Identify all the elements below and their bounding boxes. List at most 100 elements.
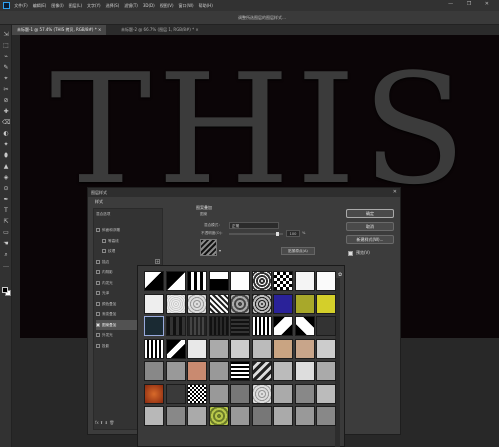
opacity-slider[interactable] xyxy=(229,233,283,235)
lasso-icon[interactable]: ⌁ xyxy=(2,53,10,61)
more-tools-icon[interactable]: … xyxy=(2,262,10,270)
pattern-swatch-item[interactable] xyxy=(208,293,229,314)
crop-icon[interactable]: ⌖ xyxy=(2,75,10,83)
pattern-swatch-item[interactable] xyxy=(294,406,315,426)
pattern-swatch-item[interactable] xyxy=(316,361,336,381)
hand-icon[interactable]: ☚ xyxy=(2,240,10,248)
pattern-swatch-item[interactable] xyxy=(316,338,336,359)
quick-select-icon[interactable]: ✎ xyxy=(2,64,10,72)
rectangle-icon[interactable]: ▭ xyxy=(2,229,10,237)
opacity-slider-handle[interactable] xyxy=(276,232,279,236)
pattern-swatch-item[interactable] xyxy=(230,361,250,381)
pattern-swatch-item[interactable] xyxy=(251,361,272,381)
pattern-swatch-item[interactable] xyxy=(273,316,293,336)
pattern-swatch-item[interactable] xyxy=(165,361,186,381)
menu-item[interactable]: 图像(I) xyxy=(51,0,63,11)
pattern-swatch-item[interactable] xyxy=(208,271,229,291)
pattern-swatch-item[interactable] xyxy=(316,406,336,426)
pattern-swatch-item[interactable] xyxy=(144,338,164,359)
menu-item[interactable]: 视图(V) xyxy=(160,0,174,11)
canvas-text-this[interactable]: THIS xyxy=(50,54,472,206)
style-checkbox[interactable] xyxy=(96,291,100,295)
menu-item[interactable]: 滤镜(T) xyxy=(124,0,138,11)
pattern-swatch-item[interactable] xyxy=(273,361,293,381)
style-checkbox[interactable] xyxy=(96,259,100,264)
opacity-input[interactable]: 100 xyxy=(286,230,300,237)
pattern-swatch-item[interactable] xyxy=(208,406,229,426)
style-checkbox[interactable] xyxy=(96,312,100,316)
pattern-swatch-item[interactable] xyxy=(187,406,207,426)
marquee-icon[interactable]: ⬚ xyxy=(2,42,10,50)
pattern-swatch-item[interactable] xyxy=(251,406,272,426)
pattern-swatch-item[interactable] xyxy=(294,316,315,336)
menu-item[interactable]: 窗口(W) xyxy=(179,0,194,11)
window-controls[interactable]: — ❐ ✕ xyxy=(448,1,495,7)
pattern-swatch-item[interactable] xyxy=(294,271,315,291)
cancel-button[interactable]: 取消 xyxy=(346,222,394,231)
style-item[interactable]: 纹理 xyxy=(96,246,162,256)
style-checkbox[interactable] xyxy=(102,249,106,253)
blend-mode-select[interactable]: 正常 xyxy=(229,222,279,229)
style-checkbox[interactable] xyxy=(96,322,100,327)
pattern-swatch-item[interactable] xyxy=(208,316,229,336)
pattern-swatch-item[interactable] xyxy=(294,361,315,381)
color-swatches[interactable] xyxy=(2,287,11,296)
pattern-swatch-item[interactable] xyxy=(273,383,293,404)
pattern-swatch-item[interactable] xyxy=(165,383,186,404)
style-checkbox[interactable] xyxy=(96,301,100,306)
pattern-swatch-item[interactable] xyxy=(187,271,207,291)
style-item[interactable]: 斜面和浮雕 xyxy=(96,225,162,235)
new-style-button[interactable]: 新建样式(W)... xyxy=(346,235,394,244)
pattern-swatch-item[interactable] xyxy=(251,271,272,291)
pattern-swatch-item[interactable] xyxy=(273,271,293,291)
pattern-swatch-item[interactable] xyxy=(144,383,164,404)
pattern-swatch-item[interactable] xyxy=(316,271,336,291)
brush-icon[interactable]: ⌫ xyxy=(2,119,10,127)
pattern-swatch-item[interactable] xyxy=(165,338,186,359)
pattern-swatch-item[interactable] xyxy=(187,361,207,381)
history-brush-icon[interactable]: ✦ xyxy=(2,141,10,149)
pattern-swatch-item[interactable] xyxy=(273,406,293,426)
menu-item[interactable]: 文件(F) xyxy=(14,0,27,11)
pattern-swatch-item[interactable] xyxy=(144,271,164,291)
blur-icon[interactable]: ◈ xyxy=(2,174,10,182)
pattern-swatch-item[interactable] xyxy=(251,338,272,359)
pattern-swatch-item[interactable] xyxy=(208,383,229,404)
healing-icon[interactable]: ✚ xyxy=(2,108,10,116)
pattern-swatch-item[interactable] xyxy=(251,316,272,336)
slice-icon[interactable]: ✂ xyxy=(2,86,10,94)
type-icon[interactable]: T xyxy=(2,207,10,215)
pattern-swatch-item[interactable] xyxy=(230,293,250,314)
pattern-swatch-item[interactable] xyxy=(187,316,207,336)
pattern-swatch-item[interactable] xyxy=(251,383,272,404)
pattern-swatch-item[interactable] xyxy=(187,293,207,314)
menu-item[interactable]: 选择(S) xyxy=(106,0,120,11)
style-item[interactable]: 等高线 xyxy=(96,236,162,246)
pattern-swatch-item[interactable] xyxy=(273,338,293,359)
path-select-icon[interactable]: ⇱ xyxy=(2,218,10,226)
style-checkbox[interactable] xyxy=(96,270,100,274)
pattern-swatch-item[interactable] xyxy=(316,316,336,336)
pattern-swatch-item[interactable] xyxy=(273,293,293,314)
style-checkbox[interactable] xyxy=(96,280,100,285)
move-icon[interactable]: ⇲ xyxy=(2,31,10,39)
pattern-swatch-item[interactable] xyxy=(230,271,250,291)
pen-icon[interactable]: ✒ xyxy=(2,196,10,204)
menu-item[interactable]: 3D(D) xyxy=(143,0,155,11)
dodge-icon[interactable]: ⊙ xyxy=(2,185,10,193)
menu-item[interactable]: 文字(Y) xyxy=(87,0,101,11)
pattern-swatch-item[interactable] xyxy=(294,338,315,359)
style-checkbox[interactable] xyxy=(96,343,100,348)
pattern-swatch-item[interactable] xyxy=(208,361,229,381)
ok-button[interactable]: 确定 xyxy=(346,209,394,218)
style-list-footer[interactable]: fx ⬆ ⬇ 🗑 xyxy=(95,420,114,425)
tab-document-2[interactable]: 未标题-2 @ 66.7% (图层 1, RGB/8#) * × xyxy=(116,25,204,35)
pattern-swatch-item[interactable] xyxy=(316,293,336,314)
pattern-swatch-item[interactable] xyxy=(165,316,186,336)
preview-checkbox[interactable] xyxy=(348,251,353,256)
foreground-color-swatch[interactable] xyxy=(2,287,8,293)
pattern-swatch-item[interactable] xyxy=(144,293,164,314)
style-checkbox[interactable] xyxy=(96,228,100,232)
pattern-swatch-item[interactable] xyxy=(165,271,186,291)
pattern-swatch-item[interactable] xyxy=(230,338,250,359)
